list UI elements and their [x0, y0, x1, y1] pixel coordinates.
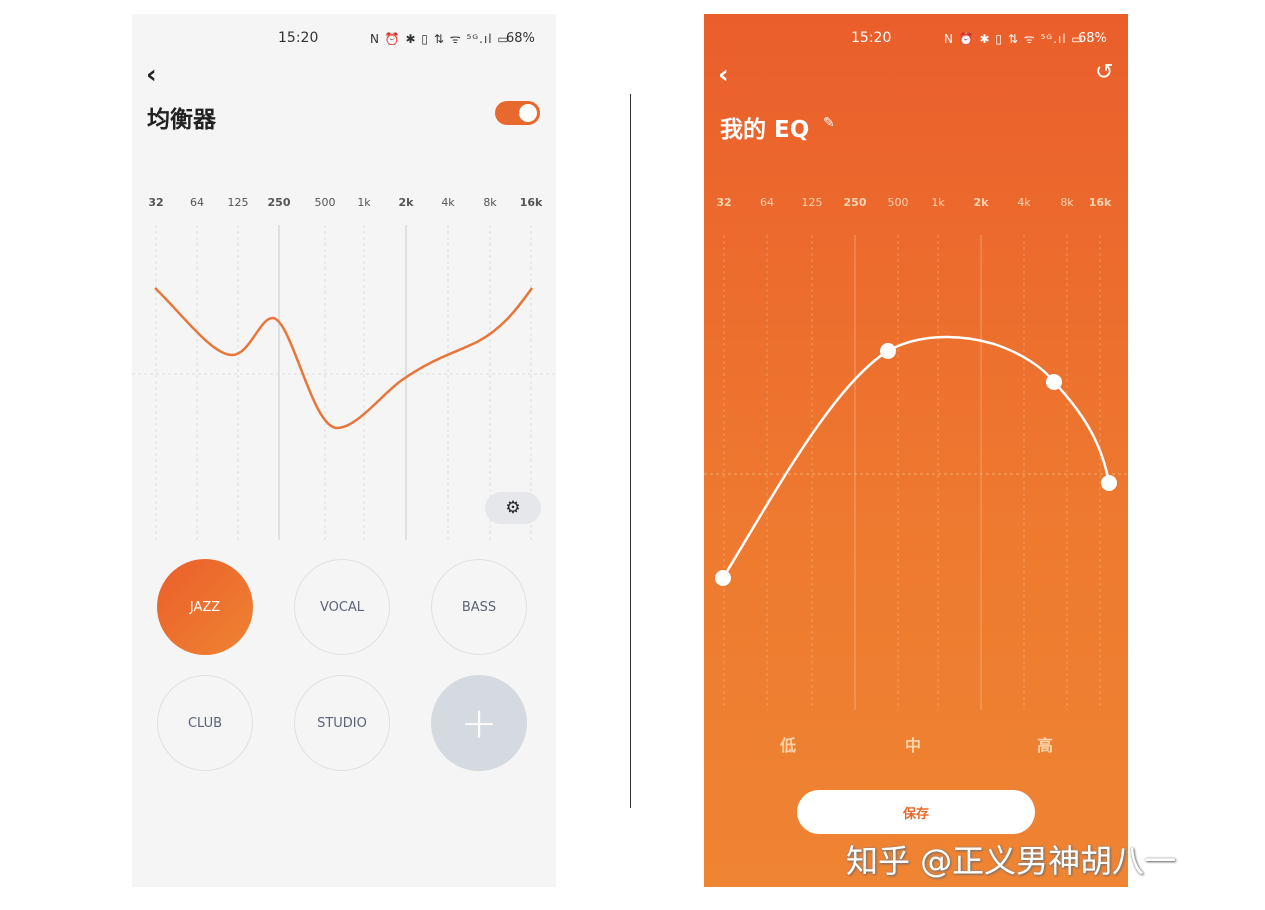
settings-gear-button[interactable]: ⚙: [485, 492, 541, 524]
preset-bass[interactable]: BASS: [431, 559, 527, 655]
band-label-mid: 中: [905, 736, 922, 755]
add-preset-button[interactable]: +: [431, 675, 527, 771]
watermark: 知乎 @正义男神胡八一: [846, 842, 1177, 880]
eq-handle-end[interactable]: [1101, 475, 1117, 491]
band-label-high: 高: [1037, 736, 1054, 755]
preset-jazz[interactable]: JAZZ: [157, 559, 253, 655]
save-button[interactable]: 保存: [797, 790, 1035, 834]
eq-curve: [154, 287, 534, 430]
eq-handle-mid[interactable]: [880, 343, 896, 359]
eq-handle-low[interactable]: [715, 570, 731, 586]
equalizer-screen: 15:20 N ⏰ ✱ ▯ ⇅ ᯤ ⁵ᴳ.ıl ▭ 68% ‹ 均衡器 32 64…: [132, 14, 556, 887]
divider: [630, 94, 631, 808]
eq-curve: [721, 335, 1111, 579]
band-label-low: 低: [780, 736, 797, 755]
my-eq-screen: 15:20 N ⏰ ✱ ▯ ⇅ ᯤ ⁵ᴳ.ıl ▭ 68% ‹ ↺ 我的 EQ …: [704, 14, 1128, 887]
eq-curve-chart[interactable]: [704, 14, 1128, 887]
preset-vocal[interactable]: VOCAL: [294, 559, 390, 655]
preset-studio[interactable]: STUDIO: [294, 675, 390, 771]
gear-icon: ⚙: [505, 498, 521, 518]
eq-handle-high[interactable]: [1046, 374, 1062, 390]
preset-club[interactable]: CLUB: [157, 675, 253, 771]
